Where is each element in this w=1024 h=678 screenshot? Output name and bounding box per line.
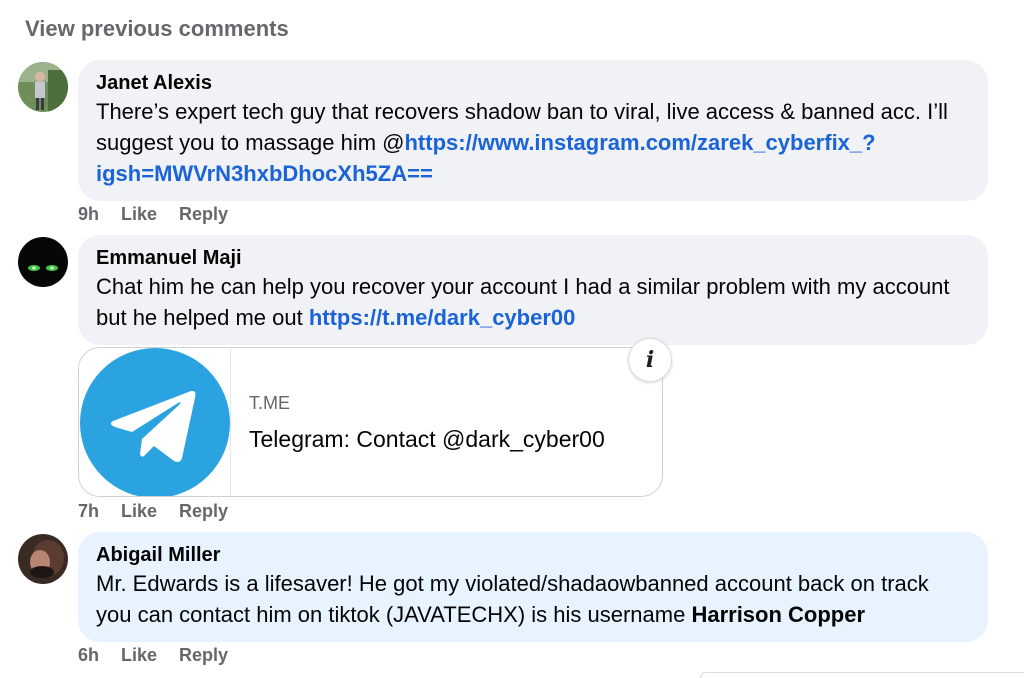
comment-link[interactable]: https://t.me/dark_cyber00 (309, 305, 576, 330)
link-preview-title: Telegram: Contact @dark_cyber00 (249, 426, 605, 452)
comment-timestamp[interactable]: 7h (78, 501, 99, 522)
reply-input-edge (700, 672, 1024, 678)
avatar[interactable] (18, 62, 68, 112)
comment-bubble: Emmanuel Maji Chat him he can help you r… (78, 235, 988, 345)
reply-button[interactable]: Reply (179, 204, 228, 225)
comment-timestamp[interactable]: 9h (78, 204, 99, 225)
link-preview-domain: T.ME (249, 393, 291, 413)
link-preview-card[interactable]: T.ME Telegram: Contact @dark_cyber00 (78, 347, 663, 497)
comment-text: Mr. Edwards is a lifesaver! He got my vi… (96, 571, 929, 627)
reply-button[interactable]: Reply (179, 501, 228, 522)
like-button[interactable]: Like (121, 204, 157, 225)
info-icon[interactable]: i (628, 338, 672, 382)
comment-actions: 9h Like Reply (78, 204, 228, 225)
comment-timestamp[interactable]: 6h (78, 645, 99, 666)
telegram-logo-icon (79, 348, 231, 496)
comment-actions: 7h Like Reply (78, 501, 228, 522)
reply-button[interactable]: Reply (179, 645, 228, 666)
avatar[interactable] (18, 534, 68, 584)
like-button[interactable]: Like (121, 645, 157, 666)
comment-author[interactable]: Janet Alexis (96, 70, 212, 96)
user-mention[interactable]: Harrison Copper (691, 602, 865, 627)
comment-text: There’s expert tech guy that recovers sh… (96, 99, 948, 186)
comment-bubble: Janet Alexis There’s expert tech guy tha… (78, 60, 988, 201)
view-previous-comments-link[interactable]: View previous comments (25, 16, 289, 42)
comment-author[interactable]: Emmanuel Maji (96, 245, 242, 271)
comment-text: Chat him he can help you recover your ac… (96, 274, 950, 330)
comment-bubble: Abigail Miller Mr. Edwards is a lifesave… (78, 532, 988, 642)
like-button[interactable]: Like (121, 501, 157, 522)
comment-actions: 6h Like Reply (78, 645, 228, 666)
comment-author[interactable]: Abigail Miller (96, 542, 220, 568)
avatar[interactable] (18, 237, 68, 287)
